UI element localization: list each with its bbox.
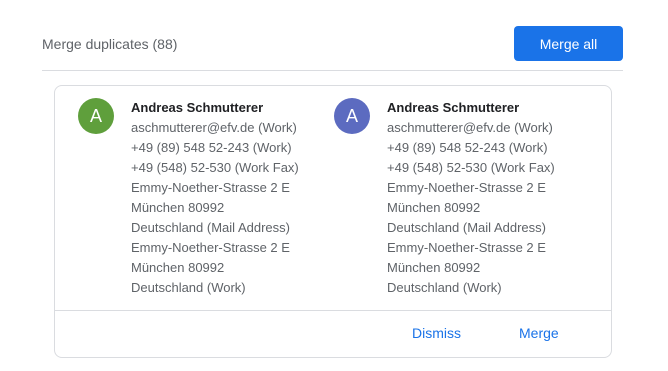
contact-address-line: Deutschland (Mail Address) xyxy=(387,220,546,235)
contact-name: Andreas Schmutterer xyxy=(131,100,264,115)
avatar: A xyxy=(334,98,370,134)
contact-email: aschmutterer@efv.de (Work) xyxy=(387,120,553,135)
contact-address-line: Emmy-Noether-Strasse 2 E xyxy=(387,240,546,255)
dismiss-button[interactable]: Dismiss xyxy=(412,325,461,341)
duplicate-contacts: A Andreas Schmutterer aschmutterer@efv.d… xyxy=(55,86,611,310)
contact-address-line: Emmy-Noether-Strasse 2 E xyxy=(131,240,290,255)
contact-name: Andreas Schmutterer xyxy=(387,100,520,115)
contact-address-line: München 80992 xyxy=(387,200,481,215)
contact-address-line: Deutschland (Work) xyxy=(387,280,502,295)
contact-address-line: München 80992 xyxy=(131,260,225,275)
merge-all-button[interactable]: Merge all xyxy=(514,26,623,61)
contact-address-line: Emmy-Noether-Strasse 2 E xyxy=(387,180,546,195)
contact-fax: +49 (548) 52-530 (Work Fax) xyxy=(387,160,555,175)
merge-duplicates-header: Merge duplicates (88) Merge all xyxy=(42,26,623,71)
contact-address-line: Deutschland (Mail Address) xyxy=(131,220,290,235)
contact-details: Andreas Schmutterer aschmutterer@efv.de … xyxy=(131,98,341,298)
contact-phone: +49 (89) 548 52-243 (Work) xyxy=(387,140,548,155)
contact-address-line: München 80992 xyxy=(387,260,481,275)
contact-address-line: Emmy-Noether-Strasse 2 E xyxy=(131,180,290,195)
duplicate-card: A Andreas Schmutterer aschmutterer@efv.d… xyxy=(54,85,612,358)
card-actions: Dismiss Merge xyxy=(55,310,611,358)
contact-address-line: München 80992 xyxy=(131,200,225,215)
contact-phone: +49 (89) 548 52-243 (Work) xyxy=(131,140,292,155)
avatar: A xyxy=(78,98,114,134)
contact-fax: +49 (548) 52-530 (Work Fax) xyxy=(131,160,299,175)
merge-button[interactable]: Merge xyxy=(519,325,559,341)
contact-address-line: Deutschland (Work) xyxy=(131,280,246,295)
page-title: Merge duplicates (88) xyxy=(42,35,178,52)
contact-details: Andreas Schmutterer aschmutterer@efv.de … xyxy=(387,98,597,298)
contact-email: aschmutterer@efv.de (Work) xyxy=(131,120,297,135)
